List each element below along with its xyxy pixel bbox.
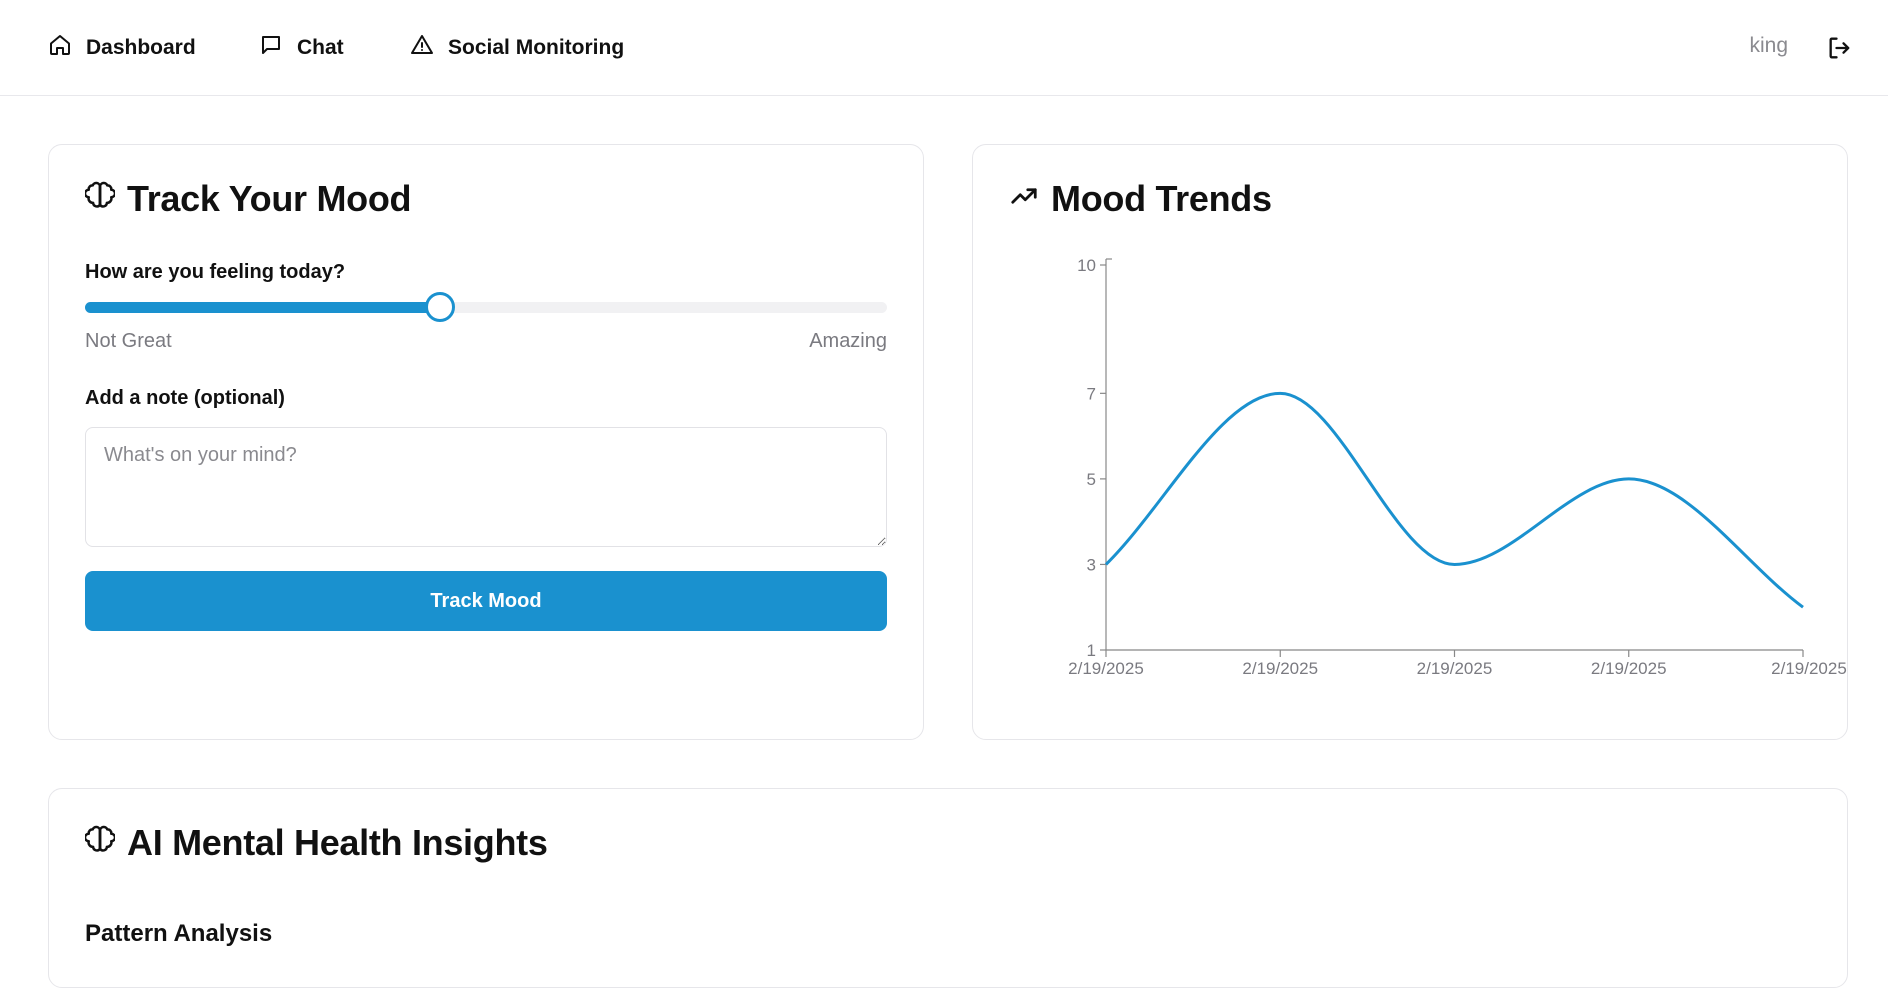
brain-icon — [83, 178, 117, 220]
y-tick-label: 7 — [1087, 384, 1096, 403]
note-textarea[interactable] — [85, 427, 887, 547]
pattern-analysis-heading: Pattern Analysis — [85, 920, 273, 947]
mood-question-label: How are you feeling today? — [85, 261, 346, 283]
username: king — [1749, 34, 1788, 57]
message-icon — [259, 33, 283, 63]
y-tick-label: 3 — [1087, 555, 1096, 574]
x-tick-label: 2/19/2025 — [1591, 659, 1667, 678]
ai-insights-heading: AI Mental Health Insights — [127, 822, 548, 863]
trending-up-icon — [1009, 178, 1039, 220]
nav-dashboard-link[interactable]: Dashboard — [48, 32, 196, 64]
nav-chat-label: Chat — [297, 36, 344, 59]
x-tick-label: 2/19/2025 — [1771, 659, 1847, 678]
x-tick-label: 2/19/2025 — [1417, 659, 1493, 678]
logout-icon[interactable] — [1826, 34, 1854, 62]
x-tick-label: 2/19/2025 — [1068, 659, 1144, 678]
x-tick-label: 2/19/2025 — [1242, 659, 1318, 678]
slider-low-label: Not Great — [85, 330, 172, 352]
y-tick-label: 5 — [1087, 470, 1096, 489]
mood-series-line — [1104, 391, 1804, 609]
home-icon — [48, 33, 72, 63]
nav-social-monitoring-link[interactable]: Social Monitoring — [410, 32, 624, 64]
track-mood-title: Track Your Mood — [83, 178, 412, 220]
mood-slider-fill — [85, 302, 440, 313]
ai-insights-title: AI Mental Health Insights — [83, 822, 548, 864]
top-navigation: Dashboard Chat Social Monitoring king — [0, 0, 1888, 96]
nav-chat-link[interactable]: Chat — [259, 32, 344, 64]
mood-trends-chart: 1 3 5 7 10 2/19/2025 2/19/2025 2/19/2025 2/19/20… — [1068, 256, 1847, 678]
note-label: Add a note (optional) — [85, 387, 285, 409]
alert-triangle-icon — [410, 33, 434, 63]
mood-slider[interactable] — [85, 292, 887, 322]
mood-trends-title: Mood Trends — [1009, 178, 1272, 220]
track-mood-heading: Track Your Mood — [127, 178, 412, 219]
y-tick-label: 10 — [1077, 256, 1096, 275]
mood-slider-thumb[interactable] — [424, 292, 455, 322]
nav-dashboard-label: Dashboard — [86, 36, 196, 59]
slider-high-label: Amazing — [809, 330, 887, 352]
y-tick-label: 1 — [1087, 641, 1096, 660]
ai-insights-card — [48, 788, 1848, 988]
track-mood-button[interactable]: Track Mood — [85, 571, 887, 631]
brain-icon — [83, 822, 117, 864]
nav-social-monitoring-label: Social Monitoring — [448, 36, 625, 59]
mood-trends-heading: Mood Trends — [1051, 178, 1272, 219]
